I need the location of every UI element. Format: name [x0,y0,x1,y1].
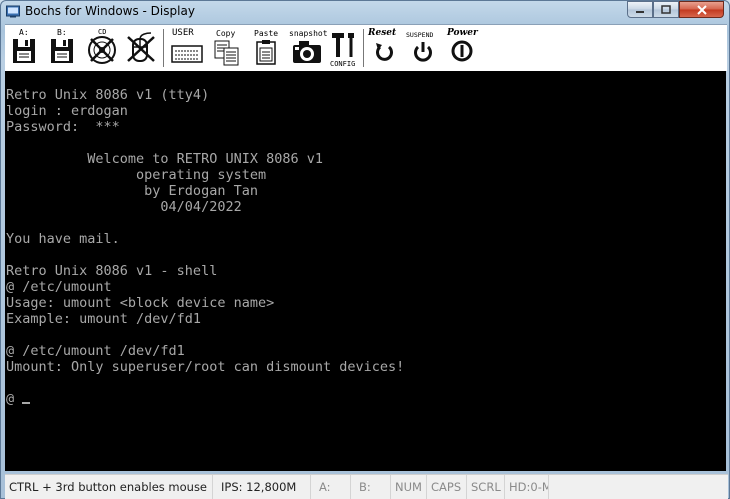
text-cursor [22,402,31,404]
paste-label: Paste [254,29,279,38]
terminal-line: operating system [6,167,267,183]
minimize-button[interactable] [627,1,653,18]
toolbar-separator [363,29,364,67]
power-button[interactable]: Power [445,27,481,69]
user-button[interactable]: USER [169,27,205,69]
floppy-a-button[interactable]: A: [9,27,39,69]
mouse-disabled-icon [127,32,155,62]
paste-button[interactable]: Paste [251,27,281,69]
toolbar: A: B: CD USER Copy Paste snapshot CONFIG… [5,24,727,71]
status-mouse-hint: CTRL + 3rd button enables mouse [5,475,213,499]
reset-label: Reset [368,28,397,38]
close-button[interactable] [679,1,724,18]
status-ips: IPS: 12,800M [213,475,311,499]
paste-clipboard-icon [256,40,276,65]
config-button[interactable]: CONFIG [327,27,361,69]
bochs-window: Bochs for Windows - Display A: B: CD USE… [0,0,730,499]
suspend-icon [414,42,432,62]
power-icon [451,40,473,62]
status-bar: CTRL + 3rd button enables mouse IPS: 12,… [5,474,728,499]
power-label: Power [447,28,478,38]
terminal-line: @ /etc/umount [6,279,112,295]
terminal-line: Example: umount /dev/fd1 [6,311,202,327]
copy-button[interactable]: Copy [211,27,243,69]
copy-icon [214,40,239,66]
floppy-b-label: B: [57,28,67,37]
cdrom-disabled-icon [88,36,116,64]
suspend-label: SUSPEND [406,31,434,39]
floppy-disk-icon [51,39,73,63]
reset-icon [376,43,393,61]
terminal-line: 04/04/2022 [6,199,242,215]
reset-button[interactable]: Reset [367,27,399,69]
camera-icon [293,41,321,63]
terminal-line: Usage: umount <block device name> [6,295,275,311]
mouse-button[interactable] [123,27,159,69]
terminal-prompt: @ [6,391,23,407]
status-hard-disk: HD:0-M [505,475,549,499]
window-title: Bochs for Windows - Display [25,4,195,18]
status-num-lock: NUM [391,475,427,499]
maximize-button[interactable] [653,1,679,18]
terminal-line: Umount: Only superuser/root can dismount… [6,359,405,375]
status-floppy-a: A: [311,475,351,499]
terminal-output: Retro Unix 8086 v1 (tty4) login : erdoga… [6,87,404,407]
copy-label: Copy [216,29,236,38]
terminal-line: by Erdogan Tan [6,183,258,199]
snapshot-label: snapshot [289,29,328,38]
terminal-line: login : erdogan [6,103,128,119]
terminal-line: Retro Unix 8086 v1 - shell [6,263,218,279]
floppy-b-button[interactable]: B: [47,27,77,69]
terminal-line: Retro Unix 8086 v1 (tty4) [6,87,210,103]
terminal-line: Welcome to RETRO UNIX 8086 v1 [6,151,323,167]
status-scroll-lock: SCRL [467,475,505,499]
user-label: USER [172,28,194,38]
floppy-disk-icon [13,39,35,63]
minimize-icon [636,10,644,13]
cdrom-button[interactable]: CD [85,27,119,69]
terminal-line: @ /etc/umount /dev/fd1 [6,343,185,359]
bochs-app-icon [6,5,20,18]
keyboard-icon [171,45,203,63]
terminal-line: You have mail. [6,231,120,247]
suspend-button[interactable]: SUSPEND [403,27,441,69]
close-icon [696,4,707,15]
status-caps-lock: CAPS [427,475,467,499]
toolbar-separator [163,29,164,67]
config-tools-icon [332,33,354,57]
emulator-display[interactable]: Retro Unix 8086 v1 (tty4) login : erdoga… [5,71,726,471]
status-floppy-b: B: [351,475,391,499]
terminal-line: Password: *** [6,119,120,135]
snapshot-button[interactable]: snapshot [285,27,329,69]
config-label: CONFIG [330,60,356,68]
floppy-a-label: A: [19,28,29,37]
title-bar[interactable]: Bochs for Windows - Display [1,1,729,23]
maximize-icon [661,5,671,14]
